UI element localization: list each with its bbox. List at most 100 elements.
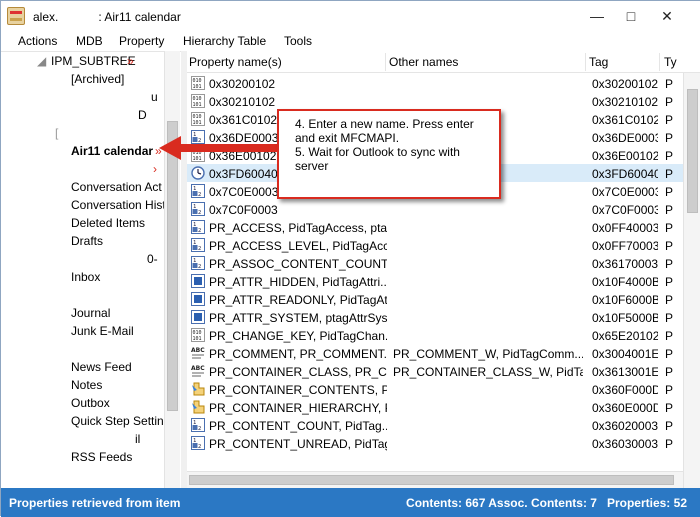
tree-item-drafts[interactable]: Drafts: [71, 234, 103, 248]
cell-other-names: PR_CONTAINER_CLASS_W, PidTa...: [393, 365, 583, 379]
cell-tag: 0x0FF40003: [592, 221, 658, 235]
status-counts: Contents: 667 Assoc. Contents: 7 Propert…: [406, 496, 687, 510]
svg-text:ABC: ABC: [191, 347, 205, 354]
table-row[interactable]: 010 101 0x30210102 0x30210102 P: [187, 92, 683, 110]
cell-type: P: [665, 257, 674, 271]
callout-step-5: 5. Wait for Outlook to sync with server: [295, 145, 460, 173]
mfcmapi-app-icon: [7, 7, 25, 25]
table-row[interactable]: 1 2 PR_ACCESS, PidTagAccess, pta... 0x0FF40…: [187, 218, 683, 236]
cell-type: P: [665, 95, 674, 109]
list-horizontal-scrollbar[interactable]: [187, 471, 683, 488]
table-row[interactable]: ABC PR_CONTAINER_CLASS, PR_CO... PR_CONTAI…: [187, 362, 683, 380]
menu-actions[interactable]: Actions: [18, 34, 57, 48]
cell-type: P: [665, 365, 674, 379]
cell-property-name: PR_CONTENT_COUNT, PidTag...: [209, 419, 387, 433]
tree-item-marker: ›: [153, 162, 157, 176]
svg-text:101: 101: [193, 84, 202, 90]
table-row[interactable]: 1 2 PR_CONTENT_COUNT, PidTag... 0x36020003 P: [187, 416, 683, 434]
tree-item-partial[interactable]: il: [135, 432, 140, 446]
list-hscrollbar-thumb[interactable]: [189, 475, 674, 485]
tree-item-inbox[interactable]: Inbox: [71, 270, 100, 284]
tree-item-conversation-action[interactable]: Conversation Act: [71, 180, 162, 194]
tree-item-archived[interactable]: [Archived]: [71, 72, 124, 86]
tree-item-marker: »: [127, 54, 134, 68]
svg-text:2: 2: [198, 228, 201, 234]
column-header-property-name[interactable]: Property name(s): [189, 55, 282, 69]
menu-tools[interactable]: Tools: [284, 34, 312, 48]
table-row[interactable]: ABC PR_COMMENT, PR_COMMENT... PR_COMMENT_W…: [187, 344, 683, 362]
cell-property-name: PR_CONTAINER_CLASS, PR_CO...: [209, 365, 387, 379]
tree-item-quick-step-settings[interactable]: Quick Step Setting: [71, 414, 170, 428]
menu-property[interactable]: Property: [119, 34, 164, 48]
tree-item-conversation-history[interactable]: Conversation Hist: [71, 198, 166, 212]
tree-item-notes[interactable]: Notes: [71, 378, 102, 392]
cell-property-name: 0x30200102: [209, 77, 276, 91]
tree-scrollbar-thumb[interactable]: [167, 121, 178, 411]
instruction-callout: 4. Enter a new name. Press enter and exi…: [277, 109, 501, 199]
cell-property-name: PR_COMMENT, PR_COMMENT...: [209, 347, 387, 361]
cell-type: P: [665, 311, 674, 325]
tree-item-partial[interactable]: u: [151, 90, 158, 104]
cell-tag: 0x360F000D: [592, 383, 658, 397]
table-row[interactable]: PR_ATTR_READONLY, PidTagAtt... 0x10F6000B…: [187, 290, 683, 308]
tree-item-outbox[interactable]: Outbox: [71, 396, 110, 410]
list-scrollbar-thumb[interactable]: [687, 89, 698, 213]
list-scrollbar[interactable]: [683, 73, 700, 488]
tree-item-ipm-subtree[interactable]: IPM_SUBTREE: [51, 54, 136, 68]
cell-type: P: [665, 185, 674, 199]
cell-type: P: [665, 437, 674, 451]
column-header-other-names[interactable]: Other names: [389, 55, 458, 69]
table-row[interactable]: PR_CONTAINER_HIERARCHY, P... 0x360E000D P: [187, 398, 683, 416]
expander-icon[interactable]: ◢: [37, 54, 46, 68]
table-row[interactable]: PR_ATTR_HIDDEN, PidTagAttri... 0x10F4000B…: [187, 272, 683, 290]
column-header-tag[interactable]: Tag: [589, 55, 608, 69]
table-row[interactable]: PR_ATTR_SYSTEM, ptagAttrSyst... 0x10F5000…: [187, 308, 683, 326]
window-title: alex. : Air11 calendar: [33, 10, 181, 24]
cell-property-name: PR_ATTR_READONLY, PidTagAtt...: [209, 293, 387, 307]
cell-type: P: [665, 329, 674, 343]
table-row[interactable]: 1 2 PR_ACCESS_LEVEL, PidTagAcce... 0x0FF700…: [187, 236, 683, 254]
cell-property-name: 0x30210102: [209, 95, 276, 109]
cell-tag: 0x30210102: [592, 95, 658, 109]
cell-type: P: [665, 401, 674, 415]
menu-mdb[interactable]: MDB: [76, 34, 103, 48]
table-row[interactable]: PR_CONTAINER_CONTENTS, Pi... 0x360F000D P: [187, 380, 683, 398]
table-row[interactable]: 1 2 PR_ASSOC_CONTENT_COUNT,... 0x36170003 P: [187, 254, 683, 272]
cell-type: P: [665, 419, 674, 433]
tree-item-news-feed[interactable]: News Feed: [71, 360, 132, 374]
cell-tag: 0x10F5000B: [592, 311, 658, 325]
tree-item-air11-calendar[interactable]: Air11 calendar: [71, 144, 153, 158]
tree-scrollbar[interactable]: [164, 51, 180, 488]
table-row[interactable]: 010 101 0x30200102 0x30200102 P: [187, 74, 683, 92]
minimize-button[interactable]: —: [587, 8, 607, 24]
cell-tag: 0x361C0102: [592, 113, 658, 127]
cell-type: P: [665, 77, 674, 91]
menu-bar: Actions MDB Property Hierarchy Table Too…: [1, 31, 700, 51]
tree-item-partial[interactable]: [: [55, 126, 58, 140]
svg-text:2: 2: [198, 192, 201, 198]
table-row[interactable]: 1 2 0x7C0F0003 0x7C0F0003 P: [187, 200, 683, 218]
cell-tag: 0x65E20102: [592, 329, 658, 343]
tree-item-journal[interactable]: Journal: [71, 306, 110, 320]
tree-item-rss-feeds[interactable]: RSS Feeds: [71, 450, 132, 464]
svg-text:2: 2: [198, 246, 201, 252]
tree-item-partial[interactable]: 0-: [147, 252, 158, 266]
folder-tree[interactable]: ◢ IPM_SUBTREE » [Archived] u D [ Air11 c…: [1, 51, 181, 488]
tree-item-deleted-items[interactable]: Deleted Items: [71, 216, 145, 230]
table-row[interactable]: 1 2 PR_CONTENT_UNREAD, PidTag... 0x36030003…: [187, 434, 683, 452]
tree-item-junk-email[interactable]: Junk E-Mail: [71, 324, 134, 338]
cell-property-name: 0x7C0F0003: [209, 203, 278, 217]
menu-hierarchy-table[interactable]: Hierarchy Table: [183, 34, 266, 48]
cell-property-name: PR_CONTAINER_CONTENTS, Pi...: [209, 383, 387, 397]
table-row[interactable]: 010 101 PR_CHANGE_KEY, PidTagChan... 0x65E2…: [187, 326, 683, 344]
close-button[interactable]: ✕: [657, 8, 677, 24]
svg-text:2: 2: [198, 444, 201, 450]
tree-item-partial[interactable]: D: [138, 108, 147, 122]
cell-type: P: [665, 275, 674, 289]
maximize-button[interactable]: □: [621, 8, 641, 24]
column-header-type[interactable]: Ty: [664, 55, 677, 69]
mfcmapi-window: alex. : Air11 calendar — □ ✕ Actions MDB…: [0, 0, 700, 517]
svg-text:101: 101: [193, 120, 202, 126]
cell-type: P: [665, 203, 674, 217]
cell-type: P: [665, 167, 674, 181]
